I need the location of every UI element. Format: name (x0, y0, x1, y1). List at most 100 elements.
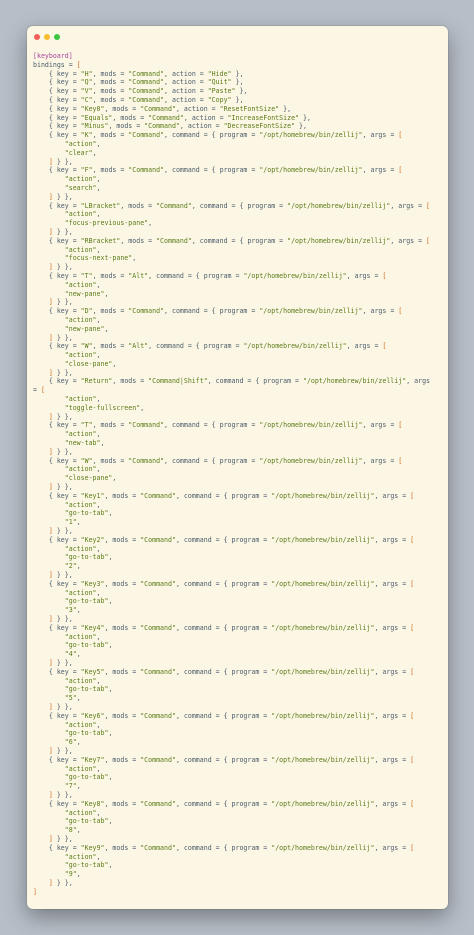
code-line: "action", (64, 139, 101, 148)
code-line: { key = "Key4", mods = "Command", comman… (33, 623, 415, 632)
code-line: { key = "Minus", mods = "Command", actio… (33, 122, 307, 131)
code-line: { key = "D", mods = "Command", command =… (33, 307, 403, 316)
code-line: "5", (64, 694, 81, 703)
code-line: "8", (64, 826, 81, 835)
code-line: "action", (64, 430, 101, 439)
code-line: { key = "Key3", mods = "Command", comman… (33, 579, 415, 588)
code-line: { key = "Key8", mods = "Command", comman… (33, 799, 415, 808)
code-line: "action", (64, 588, 101, 597)
code-line: "go-to-tab", (64, 641, 113, 650)
code-line: "3", (64, 606, 81, 615)
code-line: "new-pane", (64, 289, 109, 298)
code-line: "action", (64, 500, 101, 509)
code-line: "7", (64, 782, 81, 791)
code-line: "focus-previous-pane", (64, 219, 153, 228)
code-line: "new-tab", (64, 439, 105, 448)
zoom-window-button[interactable] (54, 34, 60, 40)
code-line: "go-to-tab", (64, 817, 113, 826)
code-line: bindings = [ (33, 60, 81, 69)
code-line: = [ (33, 386, 45, 395)
code-line: ] } }, (48, 227, 73, 236)
code-line: ] } }, (48, 412, 73, 421)
code-line: { key = "Equals", mods = "Command", acti… (33, 113, 311, 122)
editor-window: [keyboard] bindings = [ { key = "H", mods… (27, 26, 448, 909)
code-line: { key = "Return", mods = "Command|Shift"… (33, 377, 431, 386)
code-line: "action", (64, 676, 101, 685)
code-line: "9", (64, 870, 81, 879)
code-line: ] } }, (48, 192, 73, 201)
code-line: ] } }, (48, 447, 73, 456)
code-area[interactable]: [keyboard] bindings = [ { key = "H", mods… (27, 48, 448, 897)
minimize-window-button[interactable] (44, 34, 50, 40)
code-line: "2", (64, 562, 81, 571)
code-line: "action", (64, 632, 101, 641)
code-line: { key = "Key5", mods = "Command", comman… (33, 667, 415, 676)
section-header: [keyboard] (33, 52, 73, 60)
code-line: ] } }, (48, 834, 73, 843)
code-line: "close-pane", (64, 359, 117, 368)
code-line: { key = "C", mods = "Command", action = … (33, 95, 244, 104)
code-line: ] } }, (48, 298, 73, 307)
code-line: "action", (64, 395, 101, 404)
code-line: "action", (64, 808, 101, 817)
code-line: ] (33, 887, 37, 896)
code-line: { key = "Q", mods = "Command", action = … (33, 78, 244, 87)
code-line: "go-to-tab", (64, 773, 113, 782)
code-line: "4", (64, 650, 81, 659)
close-window-button[interactable] (34, 34, 40, 40)
code-line: { key = "H", mods = "Command", action = … (33, 69, 244, 78)
code-line: { key = "T", mods = "Command", command =… (33, 421, 403, 430)
code-line: "action", (64, 280, 101, 289)
code-line: { key = "W", mods = "Command", command =… (33, 456, 403, 465)
code-line: ] } }, (48, 483, 73, 492)
code-line: { key = "T", mods = "Alt", command = { p… (33, 271, 387, 280)
code-line: { key = "Key6", mods = "Command", comman… (33, 711, 415, 720)
code-line: "new-pane", (64, 324, 109, 333)
code-line: "6", (64, 738, 81, 747)
code-line: { key = "Key2", mods = "Command", comman… (33, 535, 415, 544)
code-line: "action", (64, 315, 101, 324)
code-line: [keyboard] (33, 52, 442, 61)
code-line: "go-to-tab", (64, 509, 113, 518)
code-line: "focus-next-pane", (64, 254, 137, 263)
code-line: ] } }, (48, 263, 73, 272)
code-line: "action", (64, 544, 101, 553)
code-line: ] } }, (48, 658, 73, 667)
code-line: "go-to-tab", (64, 553, 113, 562)
code-line: "toggle-fullscreen", (64, 403, 145, 412)
code-line: { key = "Key7", mods = "Command", comman… (33, 755, 415, 764)
code-line: { key = "Key1", mods = "Command", comman… (33, 491, 415, 500)
code-line: "go-to-tab", (64, 861, 113, 870)
code-line: ] } }, (48, 615, 73, 623)
code-line: "action", (64, 210, 101, 219)
code-line: "action", (64, 175, 101, 184)
code-line: "go-to-tab", (64, 729, 113, 738)
code-line: { key = "V", mods = "Command", action = … (33, 87, 248, 96)
code-line: { key = "Key9", mods = "Command", comman… (33, 843, 415, 852)
code-line: { key = "RBracket", mods = "Command", co… (33, 236, 431, 245)
code-line: ] } }, (48, 878, 73, 887)
window-titlebar (27, 26, 448, 48)
code-line: "clear", (64, 148, 97, 157)
code-line: ] } }, (48, 746, 73, 755)
code-line: "action", (64, 245, 101, 254)
code-line: ] } }, (48, 571, 73, 580)
code-line: { key = "LBracket", mods = "Command", co… (33, 201, 431, 210)
code-line: { key = "W", mods = "Alt", command = { p… (33, 342, 387, 351)
code-line: "action", (64, 764, 101, 773)
code-line: "go-to-tab", (64, 597, 113, 606)
code-line: { key = "Key0", mods = "Command", action… (33, 104, 292, 113)
code-line: ] } }, (48, 790, 73, 799)
code-line: ] } }, (48, 702, 73, 711)
code-line: "search", (64, 183, 101, 192)
code-line: ] } }, (48, 527, 73, 536)
code-line: "action", (64, 351, 101, 360)
code-line: { key = "K", mods = "Command", command =… (33, 131, 403, 140)
code-line: "1", (64, 518, 81, 527)
code-line: "close-pane", (64, 474, 117, 483)
code-line: "action", (64, 852, 101, 861)
code-line: { key = "F", mods = "Command", command =… (33, 166, 403, 175)
code-line: "action", (64, 465, 101, 474)
code-line: ] } }, (48, 368, 73, 377)
code-line: "action", (64, 720, 101, 729)
